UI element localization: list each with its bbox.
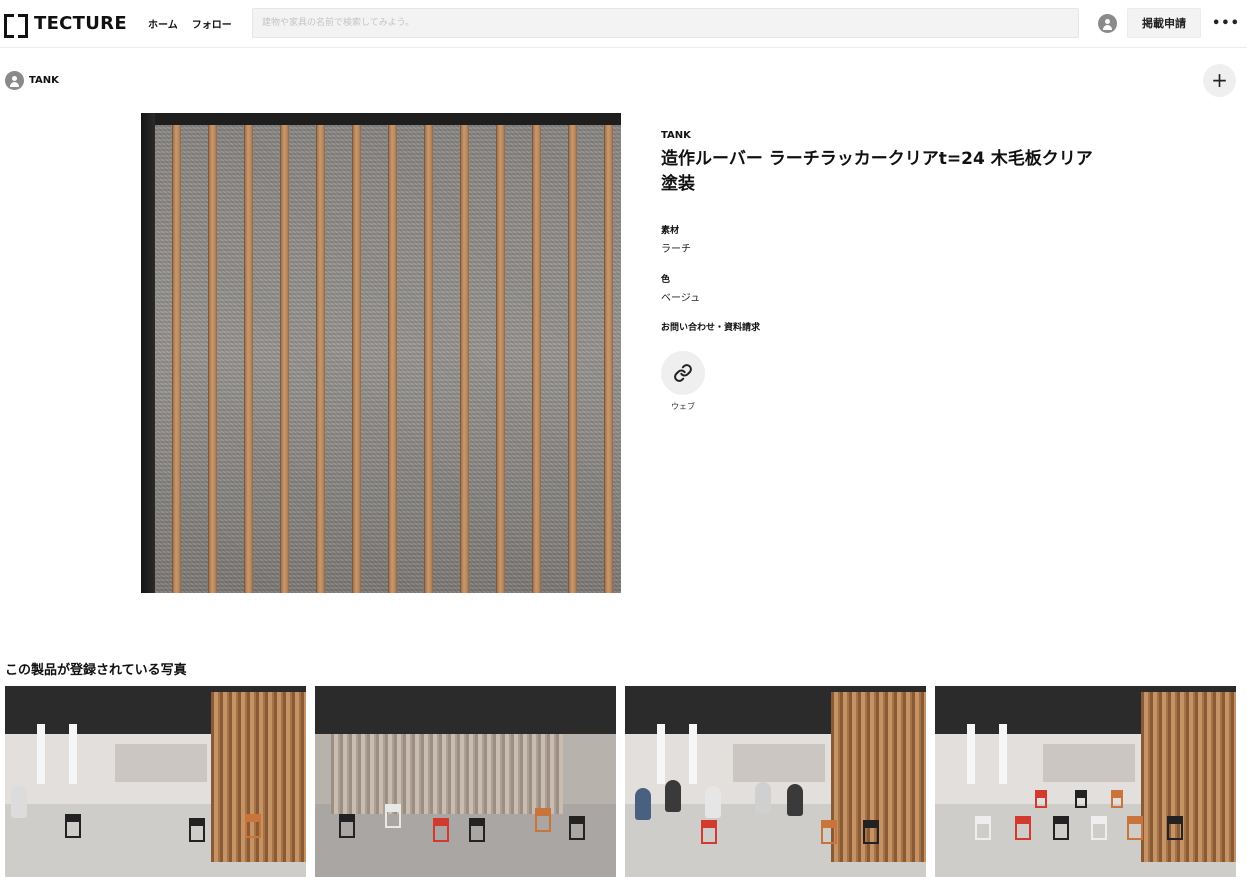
photo-chair [1053,816,1069,840]
photo-person [755,782,771,814]
photo-chair [1167,816,1183,840]
photo-chair [863,820,879,844]
photo-chair [569,816,585,840]
owner-name[interactable]: TANK [29,75,59,86]
logo-bracket-icon [4,14,28,38]
photo-chair [339,814,355,838]
photo-person [705,786,721,818]
material-value: ラーチ [661,244,691,255]
top-header: TECTURE ホーム フォロー 掲載申請 ••• [0,0,1247,48]
photo-chair [469,818,485,842]
related-photo-4[interactable] [935,686,1236,877]
color-field: 色 ベージュ [661,272,700,304]
photo-chair [245,814,261,838]
photo-screen [1043,744,1135,782]
material-field: 素材 ラーチ [661,223,691,255]
site-logo[interactable]: TECTURE [4,12,127,38]
color-value: ベージュ [661,293,701,304]
photo-chair [821,820,837,844]
apply-listing-button[interactable]: 掲載申請 [1127,8,1201,38]
product-brand[interactable]: TANK [661,130,1101,141]
photo-chair [535,808,551,832]
more-horizontal-icon: ••• [1212,15,1240,31]
related-photo-3[interactable] [625,686,926,877]
link-icon [674,364,692,382]
product-title: 造作ルーバー ラーチラッカークリアt=24 木毛板クリア塗装 [661,149,1093,194]
photo-louver [1141,692,1236,862]
photo-window [69,724,77,784]
material-label: 素材 [661,226,680,236]
color-label: 色 [661,275,671,285]
photo-chair [1075,790,1087,808]
photo-chair [1035,790,1047,808]
related-photo-1[interactable] [5,686,306,877]
related-photo-2[interactable] [315,686,616,877]
web-label: ウェブ [671,402,695,411]
photo-chair [189,818,205,842]
contact-label: お問い合わせ・資料請求 [661,323,761,333]
product-info: TANK 造作ルーバー ラーチラッカークリアt=24 木毛板クリア塗装 素材 ラ… [661,130,1101,411]
nav-follow[interactable]: フォロー [192,16,232,31]
contact-field: お問い合わせ・資料請求 [661,320,760,333]
photo-louver [331,734,563,814]
search-input[interactable] [252,8,1079,38]
owner-row[interactable]: TANK [5,71,59,90]
photo-screen [733,744,825,782]
logo-text: TECTURE [34,12,127,34]
user-icon [5,71,24,90]
photo-window [657,724,665,784]
owner-avatar[interactable] [5,71,24,90]
related-photos-title: この製品が登録されている写真 [5,663,187,678]
plus-icon: + [1211,68,1228,92]
photo-floor [315,804,616,877]
photo-screen [115,744,207,782]
photo-window [999,724,1007,784]
photo-chair [1015,816,1031,840]
photo-chair [1127,816,1143,840]
photo-chair [975,816,991,840]
photo-person [787,784,803,816]
web-link-button[interactable] [661,351,705,395]
product-image[interactable] [141,113,621,593]
related-photos-grid [5,686,1237,877]
photo-window [37,724,45,784]
photo-ceiling [315,686,616,734]
photo-person [635,788,651,820]
nav-home[interactable]: ホーム [148,16,178,31]
photo-chair [701,820,717,844]
photo-window [967,724,975,784]
photo-window [689,724,697,784]
photo-chair [1091,816,1107,840]
photo-chair [65,814,81,838]
add-to-collection-button[interactable]: + [1203,64,1236,97]
photo-person [665,780,681,812]
user-icon [1098,14,1117,33]
photo-chair [1111,790,1123,808]
photo-person [11,786,27,818]
photo-chair [385,804,401,828]
more-menu-button[interactable]: ••• [1212,13,1239,33]
main-nav: ホーム フォロー [148,16,232,31]
photo-chair [433,818,449,842]
header-user-avatar[interactable] [1098,14,1117,33]
